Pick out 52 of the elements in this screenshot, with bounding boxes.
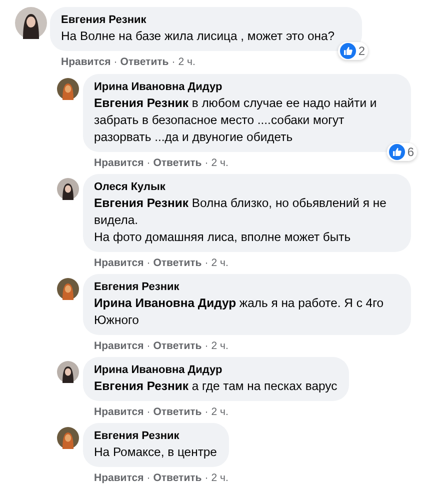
author-name[interactable]: Ирина Ивановна Дидур <box>94 80 222 95</box>
reply-link[interactable]: Ответить <box>153 256 202 270</box>
avatar[interactable] <box>57 278 79 300</box>
reply-link[interactable]: Ответить <box>153 471 202 485</box>
timestamp[interactable]: 2 ч. <box>211 156 228 170</box>
timestamp[interactable]: 2 ч. <box>211 339 228 353</box>
avatar[interactable] <box>57 178 79 200</box>
timestamp[interactable]: 2 ч. <box>211 256 228 270</box>
separator-dot: · <box>204 471 208 485</box>
separator-dot: · <box>204 339 208 353</box>
reply-text: Евгения Резник а где там на песках варус <box>94 378 338 395</box>
author-name[interactable]: Евгения Резник <box>94 280 180 295</box>
timestamp[interactable]: 2 ч. <box>178 55 196 69</box>
author-name[interactable]: Евгения Резник <box>61 13 146 28</box>
separator-dot: · <box>146 471 150 485</box>
separator-dot: · <box>146 256 150 270</box>
reply-link[interactable]: Ответить <box>120 55 169 69</box>
reply-link[interactable]: Ответить <box>153 405 202 419</box>
timestamp[interactable]: 2 ч. <box>211 405 228 419</box>
like-link[interactable]: Нравится <box>94 339 144 353</box>
reaction-count[interactable]: 6 <box>387 143 417 161</box>
author-name[interactable]: Евгения Резник <box>94 429 180 444</box>
reply-text: На Ромаксе, в центре <box>94 444 217 461</box>
like-icon <box>389 144 406 160</box>
separator-dot: · <box>146 156 150 170</box>
like-link[interactable]: Нравится <box>61 55 111 69</box>
author-name[interactable]: Олеся Кулык <box>94 180 166 195</box>
separator-dot: · <box>146 405 150 419</box>
like-link[interactable]: Нравится <box>94 156 144 170</box>
reply-text: Ирина Ивановна Дидур жаль я на работе. Я с 4го Южного <box>94 295 385 329</box>
separator-dot: · <box>204 156 208 170</box>
avatar[interactable] <box>57 427 79 449</box>
avatar[interactable] <box>57 78 79 100</box>
author-name[interactable]: Ирина Ивановна Дидур <box>94 363 222 378</box>
timestamp[interactable]: 2 ч. <box>211 471 228 485</box>
reply-link[interactable]: Ответить <box>153 156 202 170</box>
avatar[interactable] <box>57 361 79 383</box>
like-icon <box>340 43 356 59</box>
like-link[interactable]: Нравится <box>94 256 144 270</box>
separator-dot: · <box>172 55 176 69</box>
reply-text: Евгения Резник Волна близко, но обьявлений я не видела. На фото домашняя лиса, вполне может быть <box>94 195 388 246</box>
like-link[interactable]: Нравится <box>94 471 144 485</box>
reply-link[interactable]: Ответить <box>153 339 202 353</box>
comment-text: На Волне на базе жила лисица , может это она? <box>61 28 335 45</box>
separator-dot: · <box>114 55 118 69</box>
reaction-count[interactable]: 2 <box>338 42 368 60</box>
like-link[interactable]: Нравится <box>94 405 144 419</box>
separator-dot: · <box>146 339 150 353</box>
reply-text: Евгения Резник в любом случае ее надо найти и забрать в безопасное место ....собаки могут разорвать ...да и двуногие обидеть <box>94 95 378 146</box>
separator-dot: · <box>204 256 208 270</box>
avatar[interactable] <box>15 7 47 39</box>
separator-dot: · <box>204 405 208 419</box>
